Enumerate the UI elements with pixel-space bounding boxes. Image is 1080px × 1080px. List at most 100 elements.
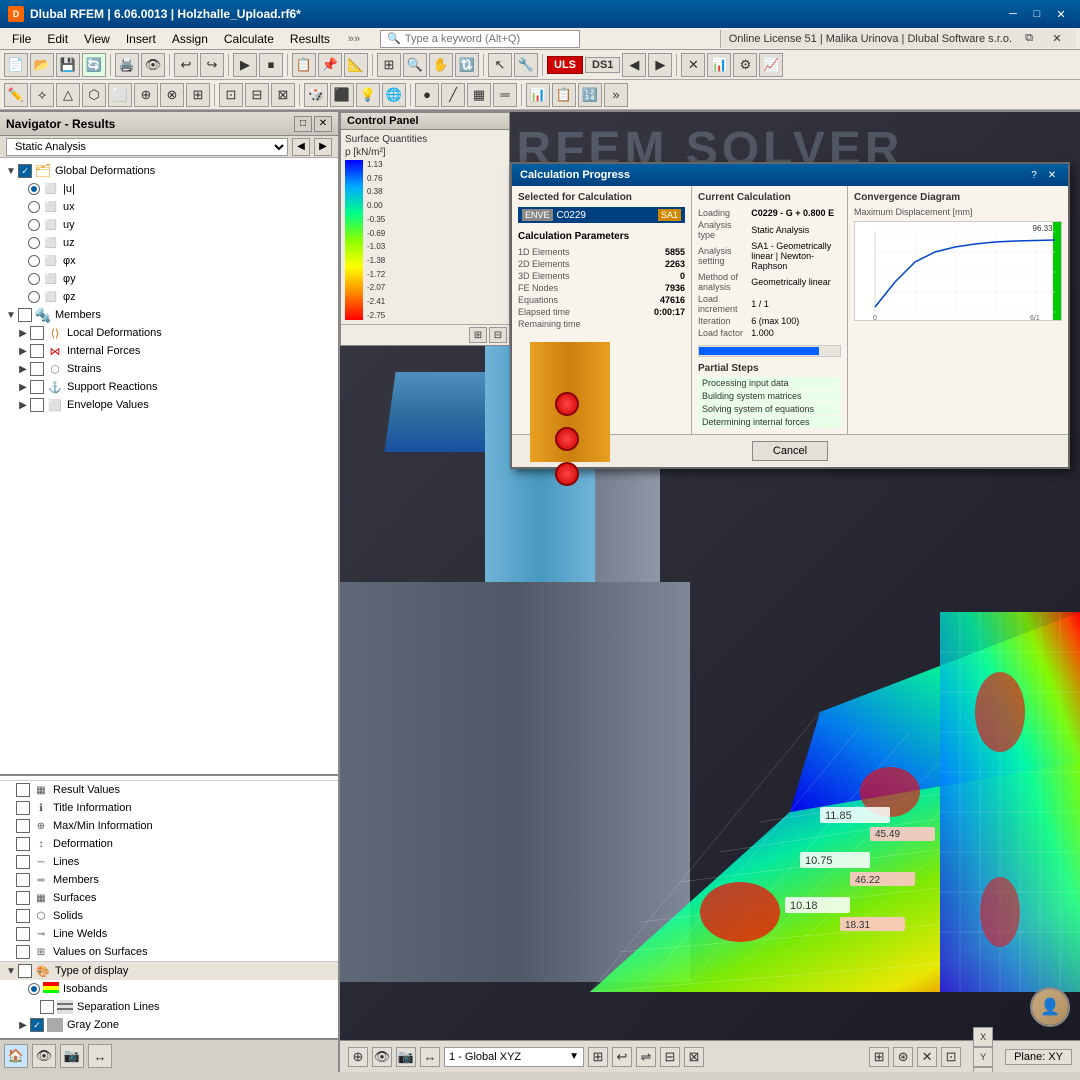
filter-button[interactable]: 🔧 (514, 53, 538, 77)
tree-u-abs[interactable]: ⬜ |u| (0, 180, 338, 198)
check-members-disp[interactable] (16, 873, 30, 887)
tree-type-display[interactable]: ▼ 🎨 Type of display (0, 961, 338, 980)
open-button[interactable]: 📂 (30, 53, 54, 77)
menu-calculate[interactable]: Calculate (216, 30, 282, 48)
member-btn2[interactable]: ═ (493, 83, 517, 107)
menu-insert[interactable]: Insert (118, 30, 164, 48)
expand-type-display[interactable]: ▼ (4, 964, 18, 978)
zoom-button[interactable]: 🔍 (403, 53, 427, 77)
draw5-button[interactable]: ⬜ (108, 83, 132, 107)
tool-r2[interactable]: ⊛ (893, 1047, 913, 1067)
tree-title-info[interactable]: ℹ Title Information (0, 799, 338, 817)
check-solids[interactable] (16, 909, 30, 923)
print-button[interactable]: 🖨️ (115, 53, 139, 77)
measure-button[interactable]: 📐 (344, 53, 368, 77)
view-selector[interactable]: 1 - Global XYZ ▼ (444, 1047, 584, 1067)
tree-lines[interactable]: ─ Lines (0, 853, 338, 871)
expand-envelope[interactable]: ▶ (16, 398, 30, 412)
preview-button[interactable]: 👁 (141, 53, 165, 77)
settings-button[interactable]: ✕ (681, 53, 705, 77)
pan-button[interactable]: ✋ (429, 53, 453, 77)
check-type-display[interactable] (18, 964, 32, 978)
tree-uz[interactable]: ⬜ uz (0, 234, 338, 252)
nav1-btn[interactable]: ⊞ (588, 1047, 608, 1067)
nav-icon4[interactable]: ↔ (88, 1044, 112, 1068)
draw2-button[interactable]: ⟡ (30, 83, 54, 107)
nav-restore-button[interactable]: □ (294, 116, 312, 132)
nav-prev-button[interactable]: ◀ (292, 138, 310, 156)
check-values-surfaces[interactable] (16, 945, 30, 959)
tree-internal-forces[interactable]: ▶ ⋈ Internal Forces (0, 342, 338, 360)
result-btn2[interactable]: 📋 (552, 83, 576, 107)
expand-local-def[interactable]: ▶ (16, 326, 30, 340)
select-button[interactable]: ↖ (488, 53, 512, 77)
tree-surfaces[interactable]: ▦ Surfaces (0, 889, 338, 907)
menu-edit[interactable]: Edit (39, 30, 76, 48)
undo-button[interactable]: ↩ (174, 53, 198, 77)
search-bar[interactable]: 🔍 (380, 30, 580, 48)
window-controls[interactable]: ─ □ ✕ (1002, 5, 1072, 23)
tree-uy[interactable]: ⬜ uy (0, 216, 338, 234)
tree-support-reactions[interactable]: ▶ ⚓ Support Reactions (0, 378, 338, 396)
menu-view[interactable]: View (76, 30, 118, 48)
check-global-def[interactable]: ✓ (18, 164, 32, 178)
tree-members-disp[interactable]: ═ Members (0, 871, 338, 889)
tree-line-welds[interactable]: ⊸ Line Welds (0, 925, 338, 943)
check-separation-lines[interactable] (40, 1000, 54, 1014)
radio-ux[interactable] (28, 201, 40, 213)
line-button[interactable]: ╱ (441, 83, 465, 107)
tree-phiy[interactable]: ⬜ φy (0, 270, 338, 288)
tree-ux[interactable]: ⬜ ux (0, 198, 338, 216)
calc-dialog-close[interactable]: ✕ (1044, 168, 1060, 182)
draw3-button[interactable]: △ (56, 83, 80, 107)
nav-icon1[interactable]: 🏠 (4, 1044, 28, 1068)
nav-icon3[interactable]: 📷 (60, 1044, 84, 1068)
radio-phiy[interactable] (28, 273, 40, 285)
arrow-icon[interactable]: ↔ (420, 1047, 440, 1067)
draw6-button[interactable]: ⊕ (134, 83, 158, 107)
tree-strains[interactable]: ▶ ⬡ Strains (0, 360, 338, 378)
check-deformation[interactable] (16, 837, 30, 851)
tree-isobands[interactable]: Isobands (0, 980, 338, 998)
tree-local-deformations[interactable]: ▶ ⟨⟩ Local Deformations (0, 324, 338, 342)
snap2-button[interactable]: ⊟ (245, 83, 269, 107)
tool-r3[interactable]: ✕ (917, 1047, 937, 1067)
draw7-button[interactable]: ⊗ (160, 83, 184, 107)
radio-phiz[interactable] (28, 291, 40, 303)
expand-support[interactable]: ▶ (16, 380, 30, 394)
new-button[interactable]: 📄 (4, 53, 28, 77)
tree-global-deformations[interactable]: ▼ ✓ 🗂 Global Deformations (0, 162, 338, 180)
snap3-button[interactable]: ⊠ (271, 83, 295, 107)
check-strains[interactable] (30, 362, 44, 376)
surface-btn2[interactable]: ▦ (467, 83, 491, 107)
view3d-button[interactable]: 🎲 (304, 83, 328, 107)
tree-solids[interactable]: ⬡ Solids (0, 907, 338, 925)
run-button[interactable]: ▶ (233, 53, 257, 77)
expand-internal[interactable]: ▶ (16, 344, 30, 358)
paste-button[interactable]: 📌 (318, 53, 342, 77)
expand-members[interactable]: ▼ (4, 308, 18, 322)
result-btn1[interactable]: 📊 (526, 83, 550, 107)
cp-expand-btn[interactable]: ⊞ (469, 327, 487, 343)
check-surfaces[interactable] (16, 891, 30, 905)
viewport[interactable]: RFEM SOLVER (340, 112, 1080, 1072)
tree-members[interactable]: ▼ 🔩 Members (0, 306, 338, 324)
rotate-button[interactable]: 🔃 (455, 53, 479, 77)
grid-button[interactable]: ⊞ (377, 53, 401, 77)
redo-button[interactable]: ↪ (200, 53, 224, 77)
stop-button[interactable]: ⏹ (259, 53, 283, 77)
nav4-btn[interactable]: ⊟ (660, 1047, 680, 1067)
tree-phix[interactable]: ⬜ φx (0, 252, 338, 270)
more1-button[interactable]: 📊 (707, 53, 731, 77)
draw8-button[interactable]: ⊞ (186, 83, 210, 107)
check-internal[interactable] (30, 344, 44, 358)
draw4-button[interactable]: ⬡ (82, 83, 106, 107)
extra-button[interactable]: » (604, 83, 628, 107)
nav-close-button[interactable]: ✕ (314, 116, 332, 132)
result-btn3[interactable]: 🔢 (578, 83, 602, 107)
cam-icon[interactable]: 📷 (396, 1047, 416, 1067)
tree-values-surfaces[interactable]: ⊞ Values on Surfaces (0, 943, 338, 961)
tree-gray-zone[interactable]: ▶ ✓ Gray Zone (0, 1016, 338, 1034)
minimize-button[interactable]: ─ (1002, 5, 1024, 23)
tool-r4[interactable]: ⊡ (941, 1047, 961, 1067)
